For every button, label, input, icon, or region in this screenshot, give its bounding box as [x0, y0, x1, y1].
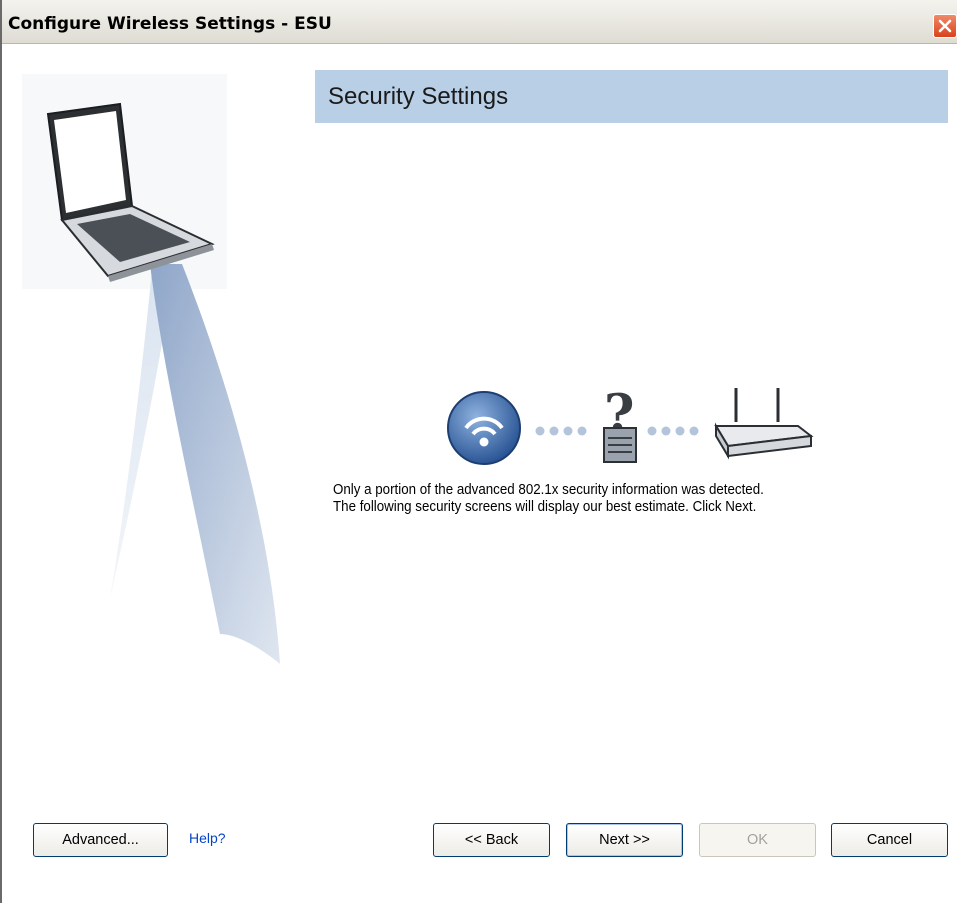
wireless-signal-icon	[447, 391, 521, 465]
dialog-body: Security Settings ? Only a portion of th…	[2, 44, 957, 903]
help-link[interactable]: Help?	[189, 830, 226, 846]
window-title: Configure Wireless Settings - ESU	[8, 14, 332, 34]
close-button[interactable]	[933, 14, 957, 38]
message-line-1: Only a portion of the advanced 802.1x se…	[333, 482, 764, 498]
next-button[interactable]: Next >>	[566, 823, 683, 857]
close-icon	[938, 19, 952, 33]
section-banner: Security Settings	[315, 70, 948, 123]
laptop-icon	[22, 74, 280, 664]
section-title: Security Settings	[328, 83, 509, 110]
ok-button[interactable]: OK	[699, 823, 816, 857]
cancel-button[interactable]: Cancel	[831, 823, 948, 857]
connection-diagram: ?	[447, 384, 814, 465]
dialog-window: Configure Wireless Settings - ESU Securi…	[0, 0, 957, 903]
title-bar[interactable]: Configure Wireless Settings - ESU	[2, 0, 957, 44]
router-icon	[714, 388, 814, 460]
question-lock-icon: ?	[603, 384, 637, 463]
advanced-button[interactable]: Advanced...	[33, 823, 168, 857]
back-button[interactable]: << Back	[433, 823, 550, 857]
message-line-2: The following security screens will disp…	[333, 499, 757, 515]
status-message: Only a portion of the advanced 802.1x se…	[333, 482, 764, 516]
